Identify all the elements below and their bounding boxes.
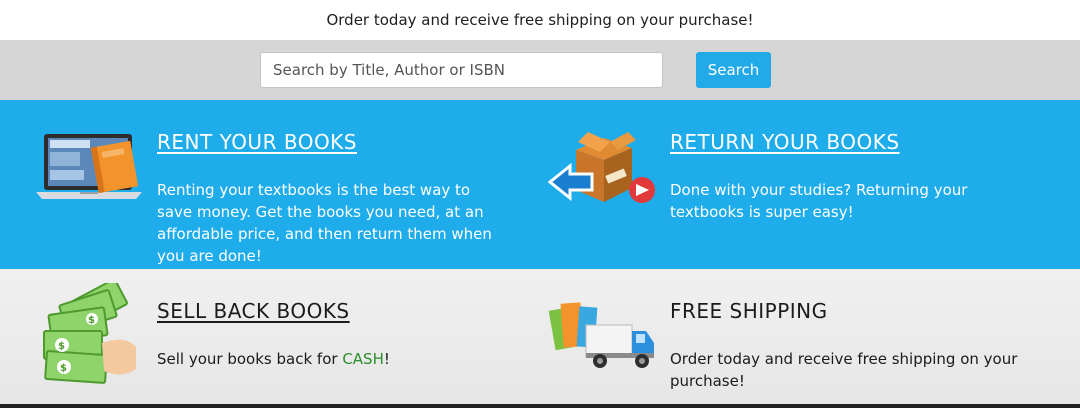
search-button[interactable]: Search: [696, 52, 771, 88]
laptop-book-icon: [36, 134, 142, 199]
free-shipping-title: FREE SHIPPING: [670, 299, 828, 323]
bottom-edge: [0, 404, 1080, 408]
search-bar: Search: [0, 40, 1080, 100]
sell-books-description: Sell your books back for CASH!: [157, 350, 390, 368]
return-box-icon: [548, 132, 655, 203]
top-banner: Order today and receive free shipping on…: [0, 0, 1080, 40]
delivery-truck-icon: [548, 302, 654, 368]
cash-money-icon: $ $ $: [43, 283, 136, 384]
svg-text:$: $: [60, 363, 67, 374]
free-shipping-description: Order today and receive free shipping on…: [670, 350, 1018, 390]
banner-text: Order today and receive free shipping on…: [326, 11, 754, 29]
return-books-link[interactable]: RETURN YOUR BOOKS: [670, 130, 1040, 154]
blue-feature-band: RENT YOUR BOOKS Renting your textbooks i…: [0, 100, 1080, 269]
svg-text:$: $: [88, 315, 95, 326]
sell-books-link[interactable]: SELL BACK BOOKS: [157, 299, 507, 323]
gray-feature-band: $ $ $ SELL BACK BOOKS Sell your books ba…: [0, 269, 1080, 408]
return-books-description: Done with your studies? Returning your t…: [670, 181, 968, 221]
cash-highlight: CASH: [342, 350, 384, 368]
rent-books-link[interactable]: RENT YOUR BOOKS: [157, 130, 507, 154]
svg-text:$: $: [58, 341, 65, 352]
rent-books-description: Renting your textbooks is the best way t…: [157, 181, 492, 265]
search-input[interactable]: [260, 52, 663, 88]
